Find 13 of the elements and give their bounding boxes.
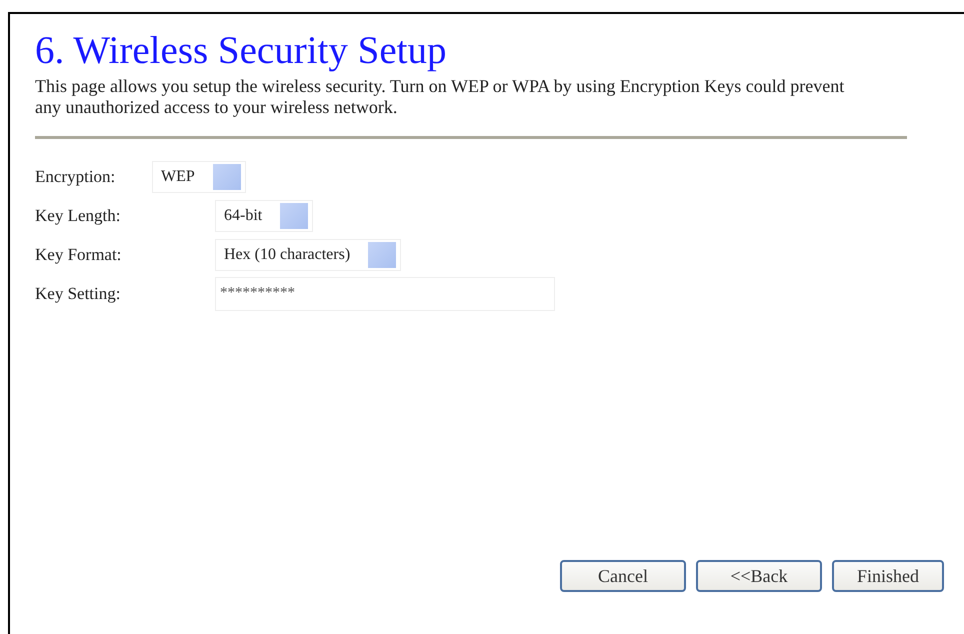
key-input-field[interactable]: ********** xyxy=(215,276,555,310)
page-description: This page allows you setup the wireless security. Turn on WEP or WPA by using Encryption Keys could prevent any unauthorized access to your wireless network. xyxy=(35,76,846,118)
wizard-button[interactable]: Finished xyxy=(832,560,944,592)
field-label: Key Format: xyxy=(35,244,122,264)
field-label: Key Setting: xyxy=(35,284,122,304)
dropdown[interactable]: 64-bit xyxy=(215,200,314,232)
page-title: 6. Wireless Security Setup xyxy=(35,30,448,72)
wizard-button[interactable]: Cancel xyxy=(560,560,686,592)
field-label: Encryption: xyxy=(35,166,116,186)
wizard-button[interactable]: <<Back xyxy=(696,560,822,592)
dropdown[interactable]: WEP xyxy=(152,160,246,192)
field-label: Key Length: xyxy=(35,206,122,226)
dropdown[interactable]: Hex (10 characters) xyxy=(215,238,402,270)
